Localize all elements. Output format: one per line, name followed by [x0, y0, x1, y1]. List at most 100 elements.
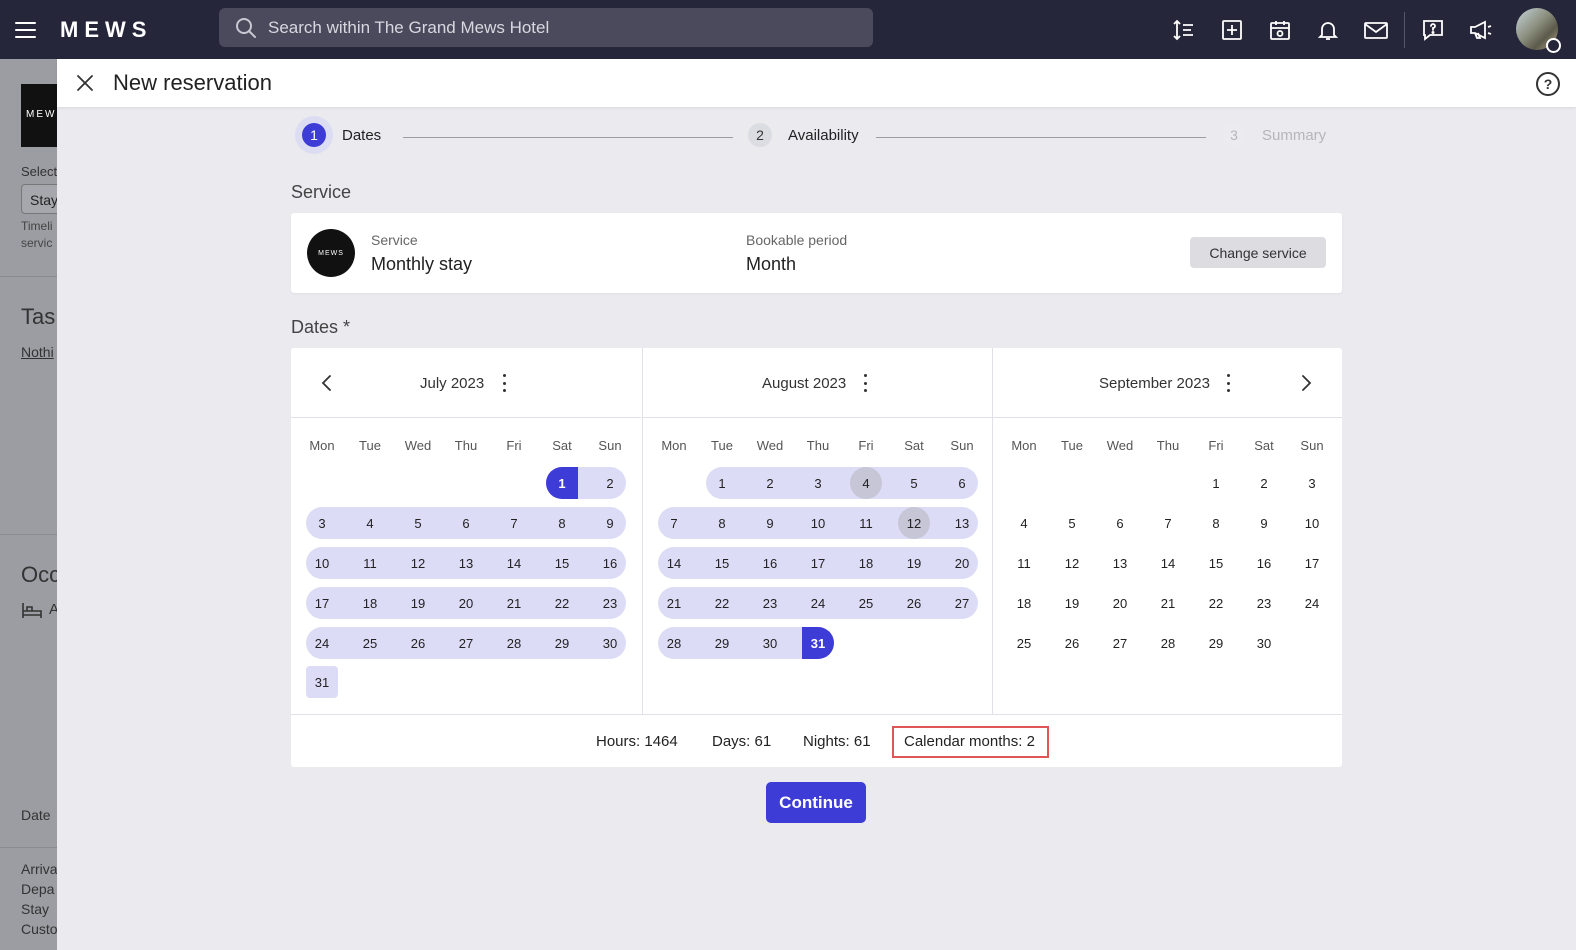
calendar-day[interactable]: 30 — [1247, 627, 1281, 659]
calendar-day[interactable]: 18 — [849, 547, 883, 579]
calendar-day[interactable]: 11 — [1007, 547, 1041, 579]
calendar-day[interactable]: 7 — [657, 507, 691, 539]
calendar-day[interactable]: 10 — [1295, 507, 1329, 539]
more-options-icon[interactable] — [862, 374, 868, 392]
month-title[interactable]: August 2023 — [762, 375, 846, 392]
calendar-day[interactable]: 12 — [401, 547, 435, 579]
calendar-day[interactable]: 1 — [705, 467, 739, 499]
calendar-day[interactable]: 28 — [657, 627, 691, 659]
calendar-day[interactable]: 27 — [945, 587, 979, 619]
calendar-day[interactable]: 24 — [1295, 587, 1329, 619]
chevron-right-icon[interactable] — [1296, 373, 1316, 393]
mail-icon[interactable] — [1352, 0, 1400, 59]
calendar-day[interactable]: 5 — [401, 507, 435, 539]
calendar-day[interactable]: 13 — [1103, 547, 1137, 579]
calendar-day[interactable]: 25 — [1007, 627, 1041, 659]
calendar-day[interactable]: 13 — [449, 547, 483, 579]
calendar-day[interactable]: 29 — [545, 627, 579, 659]
month-title[interactable]: September 2023 — [1099, 375, 1210, 392]
calendar-day[interactable]: 20 — [945, 547, 979, 579]
calendar-icon[interactable] — [1256, 0, 1304, 59]
calendar-day[interactable]: 28 — [497, 627, 531, 659]
calendar-day[interactable]: 11 — [353, 547, 387, 579]
calendar-day[interactable]: 7 — [1151, 507, 1185, 539]
calendar-day[interactable]: 6 — [449, 507, 483, 539]
calendar-day[interactable]: 10 — [305, 547, 339, 579]
calendar-day[interactable]: 30 — [753, 627, 787, 659]
calendar-day[interactable]: 22 — [1199, 587, 1233, 619]
search-bar[interactable] — [219, 8, 873, 47]
calendar-day[interactable]: 12 — [1055, 547, 1089, 579]
calendar-day[interactable]: 3 — [1295, 467, 1329, 499]
calendar-day[interactable]: 17 — [305, 587, 339, 619]
calendar-day[interactable]: 15 — [705, 547, 739, 579]
calendar-day[interactable]: 11 — [849, 507, 883, 539]
calendar-day[interactable]: 5 — [897, 467, 931, 499]
calendar-day[interactable]: 3 — [305, 507, 339, 539]
calendar-day[interactable]: 24 — [801, 587, 835, 619]
calendar-day[interactable]: 19 — [1055, 587, 1089, 619]
calendar-day[interactable]: 22 — [545, 587, 579, 619]
calendar-day[interactable]: 8 — [1199, 507, 1233, 539]
bell-icon[interactable] — [1304, 0, 1352, 59]
calendar-day[interactable]: 31 — [305, 666, 339, 698]
calendar-day[interactable]: 2 — [753, 467, 787, 499]
month-title[interactable]: July 2023 — [420, 375, 484, 392]
calendar-day[interactable]: 26 — [401, 627, 435, 659]
calendar-day[interactable]: 8 — [545, 507, 579, 539]
calendar-day[interactable]: 14 — [497, 547, 531, 579]
calendar-day[interactable]: 25 — [849, 587, 883, 619]
announcement-icon[interactable] — [1457, 0, 1505, 59]
calendar-day[interactable]: 20 — [1103, 587, 1137, 619]
calendar-day[interactable]: 7 — [497, 507, 531, 539]
calendar-day[interactable]: 20 — [449, 587, 483, 619]
calendar-day[interactable]: 3 — [801, 467, 835, 499]
calendar-day[interactable]: 26 — [1055, 627, 1089, 659]
calendar-day[interactable]: 4 — [849, 467, 883, 499]
calendar-day[interactable]: 31 — [801, 627, 835, 659]
calendar-day[interactable]: 19 — [401, 587, 435, 619]
add-icon[interactable] — [1208, 0, 1256, 59]
calendar-day[interactable]: 27 — [449, 627, 483, 659]
menu-icon[interactable] — [0, 0, 50, 59]
calendar-day[interactable]: 14 — [1151, 547, 1185, 579]
calendar-day[interactable]: 19 — [897, 547, 931, 579]
calendar-day[interactable]: 21 — [1151, 587, 1185, 619]
calendar-day[interactable]: 18 — [353, 587, 387, 619]
calendar-day[interactable]: 29 — [705, 627, 739, 659]
mews-logo[interactable]: MEWS — [60, 17, 210, 43]
calendar-day[interactable]: 17 — [801, 547, 835, 579]
calendar-day[interactable]: 9 — [753, 507, 787, 539]
calendar-day[interactable]: 15 — [545, 547, 579, 579]
calendar-day[interactable]: 18 — [1007, 587, 1041, 619]
search-input[interactable] — [268, 17, 848, 38]
calendar-day[interactable]: 10 — [801, 507, 835, 539]
calendar-day[interactable]: 12 — [897, 507, 931, 539]
calendar-day[interactable]: 17 — [1295, 547, 1329, 579]
more-options-icon[interactable] — [1225, 374, 1231, 392]
calendar-day[interactable]: 13 — [945, 507, 979, 539]
calendar-day[interactable]: 14 — [657, 547, 691, 579]
calendar-day[interactable]: 8 — [705, 507, 739, 539]
calendar-day[interactable]: 16 — [593, 547, 627, 579]
calendar-day[interactable]: 2 — [1247, 467, 1281, 499]
calendar-day[interactable]: 22 — [705, 587, 739, 619]
calendar-day[interactable]: 6 — [1103, 507, 1137, 539]
calendar-day[interactable]: 2 — [593, 467, 627, 499]
calendar-day[interactable]: 15 — [1199, 547, 1233, 579]
calendar-day[interactable]: 4 — [1007, 507, 1041, 539]
calendar-day[interactable]: 23 — [593, 587, 627, 619]
calendar-day[interactable]: 23 — [753, 587, 787, 619]
calendar-day[interactable]: 30 — [593, 627, 627, 659]
continue-button[interactable]: Continue — [766, 782, 866, 823]
calendar-day[interactable]: 1 — [545, 467, 579, 499]
calendar-day[interactable]: 28 — [1151, 627, 1185, 659]
calendar-day[interactable]: 5 — [1055, 507, 1089, 539]
calendar-day[interactable]: 27 — [1103, 627, 1137, 659]
change-service-button[interactable]: Change service — [1190, 237, 1326, 268]
calendar-day[interactable]: 16 — [1247, 547, 1281, 579]
calendar-day[interactable]: 23 — [1247, 587, 1281, 619]
calendar-day[interactable]: 29 — [1199, 627, 1233, 659]
calendar-day[interactable]: 26 — [897, 587, 931, 619]
calendar-day[interactable]: 9 — [1247, 507, 1281, 539]
